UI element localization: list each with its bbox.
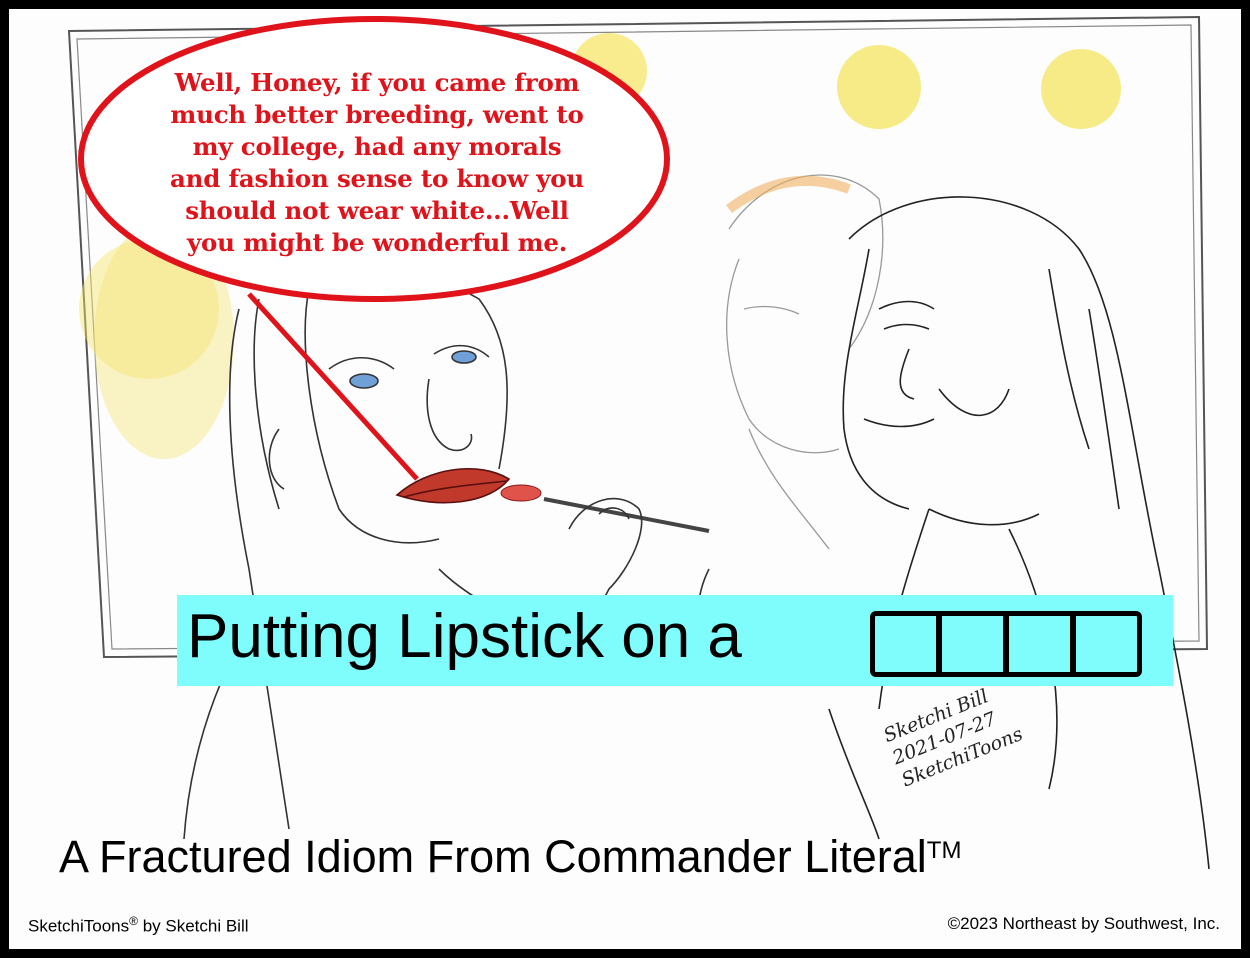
footer-credit: SketchiToons® by Sketchi Bill	[28, 914, 249, 937]
subtitle: A Fractured Idiom From Commander Literal…	[59, 829, 961, 885]
blank-letter-box	[942, 616, 1009, 672]
speech-line: should not wear white...Well	[185, 196, 569, 225]
footer-author: by Sketchi Bill	[137, 916, 249, 936]
blank-letter-box	[1076, 616, 1137, 672]
speech-line: you might be wonderful me.	[186, 228, 568, 257]
subtitle-text: A Fractured Idiom From Commander Literal	[59, 831, 927, 882]
trademark-mark: TM	[926, 837, 962, 864]
speech-line: Well, Honey, if you came from	[174, 68, 580, 97]
reflected-woman	[183, 270, 650, 840]
word-blank-boxes	[870, 611, 1142, 677]
registered-mark: ®	[129, 914, 138, 928]
footer-brand: SketchiToons	[28, 916, 130, 936]
blank-letter-box	[1009, 616, 1076, 672]
footer-copyright: ©2023 Northeast by Southwest, Inc.	[947, 914, 1220, 933]
title-text: Putting Lipstick on a	[187, 602, 742, 671]
speech-line: much better breeding, went to	[170, 100, 584, 129]
speech-line: and fashion sense to know you	[170, 164, 584, 193]
second-woman	[828, 196, 1210, 870]
speech-bubble-text: Well, Honey, if you came from much bette…	[127, 67, 627, 259]
title-banner: Putting Lipstick on a	[177, 595, 1173, 686]
speech-line: my college, had any morals	[192, 132, 562, 161]
lipstick-brush	[500, 484, 710, 533]
ghost-reflection	[726, 174, 884, 550]
comic-panel: Well, Honey, if you came from much bette…	[9, 9, 1241, 949]
blank-letter-box	[875, 616, 942, 672]
